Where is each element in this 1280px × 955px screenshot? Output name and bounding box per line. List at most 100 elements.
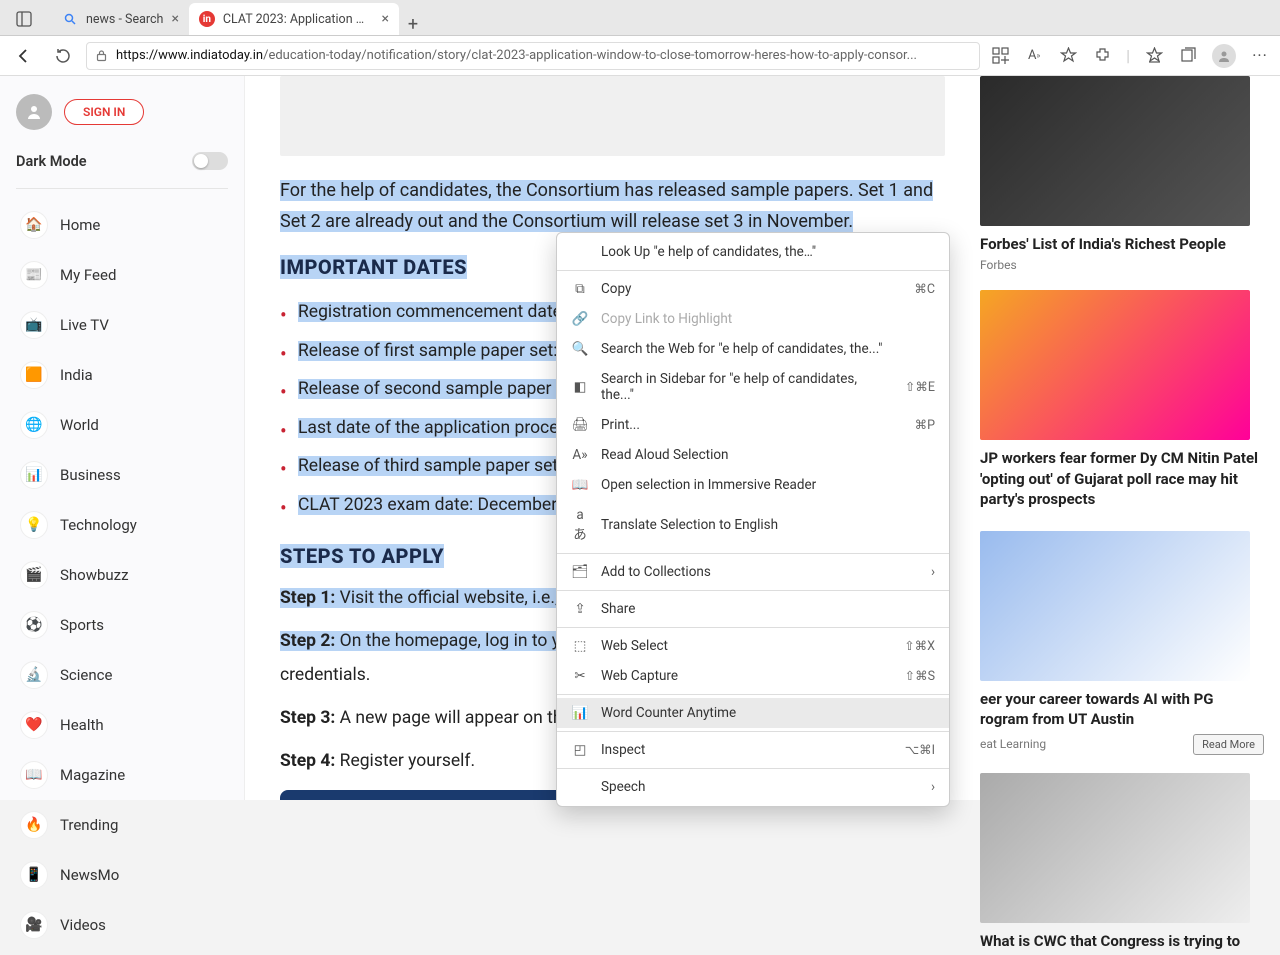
sidebar-item-science[interactable]: 🔬 Science <box>16 653 228 697</box>
nav-icon: 🔬 <box>20 661 48 689</box>
ctx-speech[interactable]: Speech› <box>557 772 949 802</box>
site-sidebar: SIGN IN Dark Mode 🏠Home 📰My Feed 📺Live TV 🟧… <box>0 76 245 800</box>
sidebar-item-magazine[interactable]: 📖 Magazine <box>16 753 228 797</box>
sidebar-item-sports[interactable]: ⚽Sports <box>16 603 228 647</box>
nav-icon: 📰 <box>20 261 48 289</box>
immersive-icon: 📖 <box>571 477 589 493</box>
card-thumbnail <box>980 531 1250 681</box>
collections-icon: 🗂 <box>571 564 589 580</box>
extensions-icon[interactable] <box>1092 46 1112 66</box>
nav-label: Magazine <box>60 766 125 784</box>
sidebar-item-trending[interactable]: 🔥Trending <box>16 803 228 847</box>
card-title: JP workers fear former Dy CM Nitin Patel… <box>980 448 1264 509</box>
browser-tab-2-active[interactable]: in CLAT 2023: Application windo × <box>189 3 399 35</box>
card-title: What is CWC that Congress is trying to <box>980 931 1264 951</box>
sidebar-search-icon: ◧ <box>571 379 589 395</box>
ctx-search-web[interactable]: 🔍Search the Web for "e help of candidate… <box>557 334 949 364</box>
article-intro: For the help of candidates, the Consorti… <box>280 176 945 237</box>
nav-label: World <box>60 416 99 434</box>
new-tab-button[interactable]: + <box>399 14 427 35</box>
right-rail-card[interactable]: Forbes' List of India's Richest People Fo… <box>980 76 1264 272</box>
sidebar-item-home[interactable]: 🏠Home <box>16 203 228 247</box>
ctx-translate[interactable]: aあTranslate Selection to English <box>557 500 949 550</box>
nav-label: Science <box>60 666 112 684</box>
sidebar-item-world[interactable]: 🌐World <box>16 403 228 447</box>
signin-button[interactable]: SIGN IN <box>64 99 144 125</box>
inspect-icon: ◰ <box>571 742 589 758</box>
collections-icon[interactable] <box>1178 46 1198 66</box>
ctx-print[interactable]: 🖨Print...⌘P <box>557 410 949 440</box>
nav-label: Health <box>60 716 104 734</box>
tab-panel-button[interactable] <box>8 3 40 35</box>
sidebar-item-live-tv[interactable]: 📺Live TV <box>16 303 228 347</box>
ad-placeholder <box>280 76 945 156</box>
ctx-web-select[interactable]: ⬚Web Select⇧⌘X <box>557 631 949 661</box>
sidebar-item-health[interactable]: ❤️Health <box>16 703 228 747</box>
dark-mode-label: Dark Mode <box>16 153 87 170</box>
favorites-bar-icon[interactable] <box>1144 46 1164 66</box>
nav-icon: 📖 <box>20 761 48 789</box>
tab-title: news - Search <box>86 12 163 27</box>
context-menu: Look Up "e help of candidates, the…" ⧉Co… <box>556 232 950 807</box>
sidebar-item-business[interactable]: 📊Business <box>16 453 228 497</box>
url-host: https://www.indiatoday.in <box>116 48 263 63</box>
dark-mode-toggle[interactable] <box>192 152 228 170</box>
url-path: /education-today/notification/story/clat… <box>263 48 917 63</box>
text-size-icon[interactable]: A» <box>1024 46 1044 66</box>
ctx-share[interactable]: ⇪Share <box>557 594 949 624</box>
ctx-inspect[interactable]: ◰Inspect⌥⌘I <box>557 735 949 765</box>
user-avatar[interactable] <box>16 94 52 130</box>
close-tab-icon[interactable]: × <box>381 11 388 27</box>
right-rail-card[interactable]: JP workers fear former Dy CM Nitin Patel… <box>980 290 1264 513</box>
favorite-icon[interactable] <box>1058 46 1078 66</box>
back-button[interactable] <box>10 42 38 70</box>
sidebar-item-technology[interactable]: 💡Technology <box>16 503 228 547</box>
sidebar-item-showbuzz[interactable]: 🎬Showbuzz <box>16 553 228 597</box>
dark-mode-row: Dark Mode <box>16 152 228 189</box>
card-thumbnail <box>980 773 1250 923</box>
nav-icon: 🎬 <box>20 561 48 589</box>
ctx-search-sidebar[interactable]: ◧Search in Sidebar for "e help of candid… <box>557 364 949 410</box>
ctx-word-counter[interactable]: 📊Word Counter Anytime <box>557 698 949 728</box>
ctx-lookup[interactable]: Look Up "e help of candidates, the…" <box>557 237 949 267</box>
ctx-read-aloud[interactable]: A»Read Aloud Selection <box>557 440 949 470</box>
search-favicon <box>62 11 78 27</box>
close-tab-icon[interactable]: × <box>171 11 178 27</box>
ctx-copy[interactable]: ⧉Copy⌘C <box>557 274 949 304</box>
print-icon: 🖨 <box>571 417 589 433</box>
url-box[interactable]: https://www.indiatoday.in/education-toda… <box>86 42 980 70</box>
nav-icon: 🔥 <box>20 811 48 839</box>
sidebar-item-india[interactable]: 🟧India <box>16 353 228 397</box>
card-source: eat Learning <box>980 737 1046 751</box>
search-icon: 🔍 <box>571 341 589 357</box>
card-thumbnail <box>980 76 1250 226</box>
card-title: Forbes' List of India's Richest People <box>980 234 1264 254</box>
nav-icon: 📊 <box>20 461 48 489</box>
read-more-button[interactable]: Read More <box>1193 734 1264 755</box>
nav-label: Videos <box>60 916 106 934</box>
ctx-collections[interactable]: 🗂Add to Collections› <box>557 557 949 587</box>
browser-tab-1[interactable]: news - Search × <box>52 3 189 35</box>
sidebar-item-newsmo[interactable]: 📱NewsMo <box>16 853 228 897</box>
translate-icon: aあ <box>571 507 589 543</box>
more-icon[interactable]: ··· <box>1250 46 1270 66</box>
lock-icon <box>95 49 108 62</box>
card-thumbnail <box>980 290 1250 440</box>
profile-avatar-icon[interactable] <box>1212 44 1236 68</box>
nav-icon: 🏠 <box>20 211 48 239</box>
tab-title: CLAT 2023: Application windo <box>223 12 374 27</box>
refresh-button[interactable] <box>48 42 76 70</box>
nav-icon: ⚽ <box>20 611 48 639</box>
right-rail-card[interactable]: eer your career towards AI with PG rogra… <box>980 531 1264 755</box>
apps-icon[interactable] <box>990 46 1010 66</box>
indiatoday-favicon: in <box>199 11 215 27</box>
nav-icon: 💡 <box>20 511 48 539</box>
card-source: Forbes <box>980 258 1017 272</box>
toolbar-icons: A» | ··· <box>990 44 1270 68</box>
sidebar-item-videos[interactable]: 🎥Videos <box>16 903 228 947</box>
ctx-web-capture[interactable]: ✂Web Capture⇧⌘S <box>557 661 949 691</box>
sidebar-item-my-feed[interactable]: 📰My Feed <box>16 253 228 297</box>
ctx-copy-link: 🔗Copy Link to Highlight <box>557 304 949 334</box>
ctx-immersive[interactable]: 📖Open selection in Immersive Reader <box>557 470 949 500</box>
share-icon: ⇪ <box>571 601 589 617</box>
